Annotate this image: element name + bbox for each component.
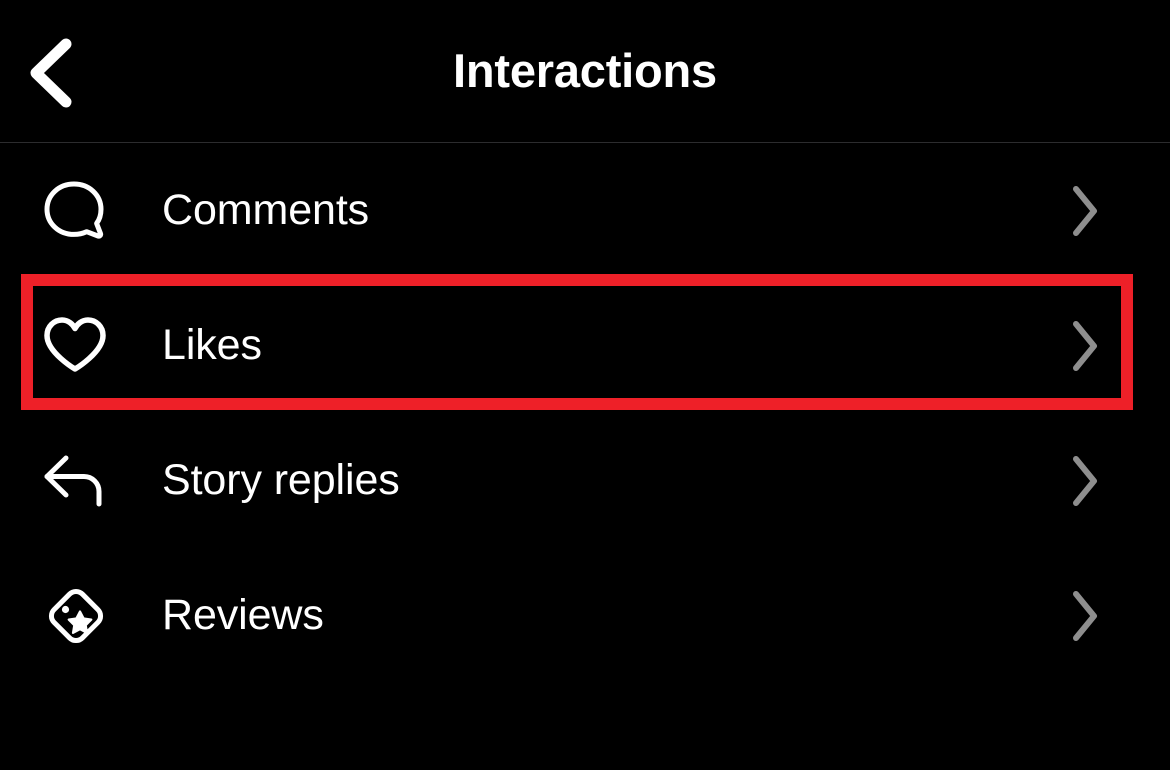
- screen-header: Interactions: [0, 0, 1170, 143]
- chevron-right-icon[interactable]: [1070, 455, 1100, 507]
- heart-icon: [42, 315, 120, 377]
- list-item-likes[interactable]: Likes: [0, 278, 1170, 413]
- chevron-right-icon[interactable]: [1070, 185, 1100, 237]
- page-title: Interactions: [453, 44, 717, 97]
- reply-arrow-icon: [42, 452, 120, 510]
- chevron-right-icon[interactable]: [1070, 590, 1100, 642]
- chevron-right-icon[interactable]: [1070, 320, 1100, 372]
- interactions-list: Comments Likes Story replies Reviews: [0, 143, 1170, 683]
- list-item-reviews[interactable]: Reviews: [0, 548, 1170, 683]
- list-item-comments[interactable]: Comments: [0, 143, 1170, 278]
- list-item-label: Story replies: [162, 456, 400, 504]
- tag-star-icon: [42, 582, 120, 650]
- list-item-label: Likes: [162, 321, 262, 369]
- list-item-label: Comments: [162, 186, 370, 234]
- interactions-screen: Interactions Comments Likes Story replie…: [0, 0, 1170, 770]
- comment-bubble-icon: [42, 178, 120, 244]
- list-item-story-replies[interactable]: Story replies: [0, 413, 1170, 548]
- list-item-label: Reviews: [162, 591, 324, 639]
